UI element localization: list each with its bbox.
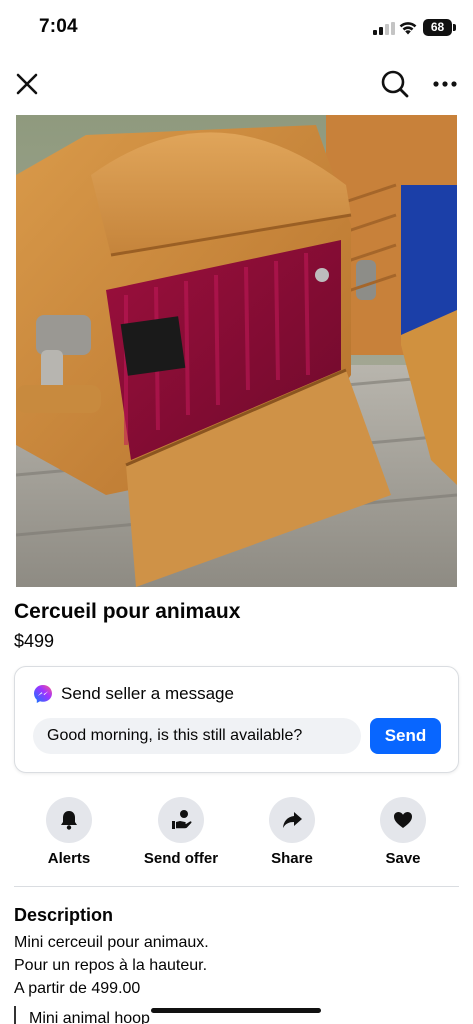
search-icon[interactable]: [380, 69, 410, 99]
alerts-circle[interactable]: [46, 797, 92, 843]
status-bar: 7:04 68: [0, 0, 473, 56]
save-label: Save: [385, 850, 421, 867]
send-offer-label: Send offer: [143, 850, 219, 867]
message-card-title: Send seller a message: [61, 684, 234, 703]
save-button[interactable]: Save: [348, 797, 458, 872]
battery-nub: [453, 24, 456, 31]
send-offer-circle[interactable]: [158, 797, 204, 843]
send-offer-button[interactable]: Send offer: [126, 797, 236, 872]
description-heading: Description: [14, 905, 114, 925]
wifi-icon: [399, 22, 417, 35]
close-icon[interactable]: [13, 70, 41, 98]
section-divider: [14, 886, 459, 887]
bell-icon: [61, 811, 77, 830]
send-seller-message-card: Send seller a message Good morning, is t…: [14, 666, 459, 773]
description-extra: Mini animal hoop: [29, 1010, 150, 1024]
battery-indicator: 68: [423, 19, 452, 36]
share-button[interactable]: Share: [237, 797, 347, 872]
share-circle[interactable]: [269, 797, 315, 843]
alerts-button[interactable]: Alerts: [14, 797, 124, 872]
cellular-signal-icon: [373, 22, 395, 35]
description-line: Mini cerceuil pour animaux.: [14, 934, 209, 951]
message-input[interactable]: Good morning, is this still available?: [33, 718, 361, 754]
more-icon[interactable]: [432, 76, 458, 92]
listing-price: $499: [14, 631, 55, 651]
send-button[interactable]: Send: [370, 718, 441, 754]
share-label: Share: [271, 850, 313, 867]
alerts-label: Alerts: [47, 850, 91, 867]
status-time: 7:04: [39, 16, 78, 37]
home-indicator[interactable]: [151, 1008, 321, 1013]
heart-icon: [394, 812, 412, 828]
save-circle[interactable]: [380, 797, 426, 843]
description-line: Pour un repos à la hauteur.: [14, 957, 208, 974]
messenger-icon: [34, 685, 52, 703]
coffin-photo-illustration: [16, 115, 457, 587]
description-line: A partir de 499.00: [14, 980, 141, 997]
quote-bar: [14, 1006, 16, 1024]
offer-hand-icon: [172, 810, 192, 829]
listing-photo[interactable]: [16, 115, 457, 587]
share-arrow-icon: [283, 812, 302, 828]
listing-title: Cercueil pour animaux: [14, 600, 241, 623]
